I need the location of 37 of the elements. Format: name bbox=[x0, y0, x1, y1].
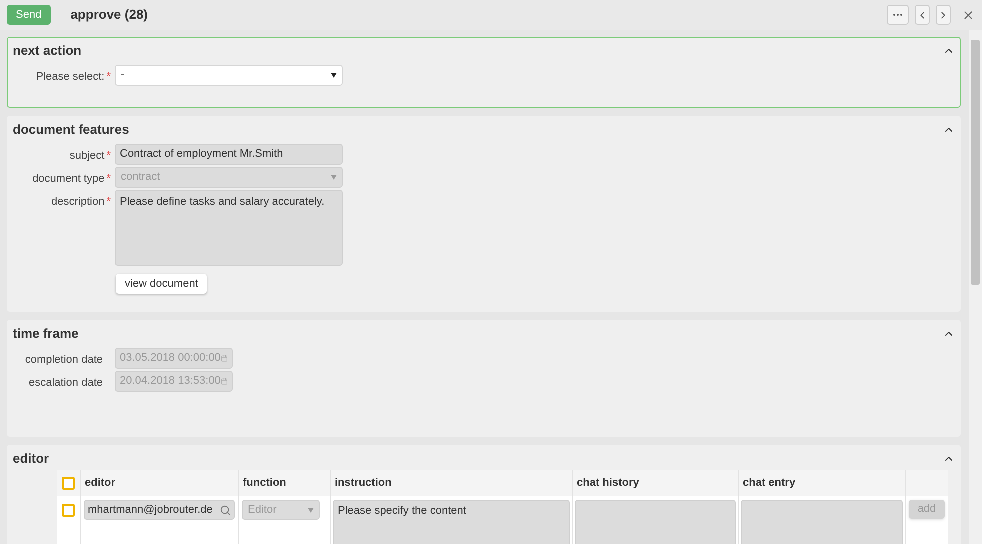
field-label: completion date bbox=[25, 353, 103, 368]
section-title: time frame bbox=[13, 325, 79, 344]
checkbox[interactable] bbox=[62, 504, 75, 517]
column-header: function bbox=[239, 470, 331, 496]
required-mark: * bbox=[106, 149, 111, 164]
close-icon bbox=[962, 8, 974, 22]
field-label: escalation date bbox=[29, 376, 103, 391]
column-header: instruction bbox=[331, 470, 573, 496]
more-button[interactable] bbox=[887, 5, 909, 25]
chat-entry-field[interactable] bbox=[741, 500, 903, 544]
next-button[interactable] bbox=[936, 5, 951, 25]
dropdown-caret-icon bbox=[308, 508, 314, 512]
chat-history-field[interactable] bbox=[575, 500, 736, 544]
required-mark: * bbox=[106, 172, 111, 187]
editor-field[interactable]: mhartmann@jobrouter.de bbox=[84, 500, 235, 520]
dropdown-caret-icon bbox=[331, 175, 337, 180]
section-title: document features bbox=[13, 121, 130, 140]
scrollbar[interactable] bbox=[969, 30, 982, 544]
checkbox[interactable] bbox=[62, 476, 75, 490]
field-label: document type bbox=[32, 172, 105, 187]
column-header: chat entry bbox=[739, 470, 906, 496]
section-title: editor bbox=[13, 450, 50, 468]
view-document-button[interactable]: view document bbox=[116, 274, 208, 294]
dropdown-caret-icon bbox=[331, 73, 337, 78]
required-mark: * bbox=[106, 70, 111, 85]
required-mark: * bbox=[106, 195, 111, 210]
previous-button[interactable] bbox=[915, 5, 930, 25]
window-title: approve (28) bbox=[70, 6, 148, 24]
field-label: description bbox=[52, 195, 105, 210]
field-label: Please select: bbox=[36, 70, 105, 85]
select-field[interactable]: - bbox=[115, 65, 343, 86]
field-label: subject bbox=[70, 149, 105, 164]
column-header: editor bbox=[81, 470, 239, 496]
column-header: chat history bbox=[573, 470, 739, 496]
search-icon[interactable] bbox=[220, 504, 231, 516]
section-title: next action bbox=[13, 42, 82, 60]
instruction-field[interactable]: Please specify the content bbox=[333, 500, 570, 544]
